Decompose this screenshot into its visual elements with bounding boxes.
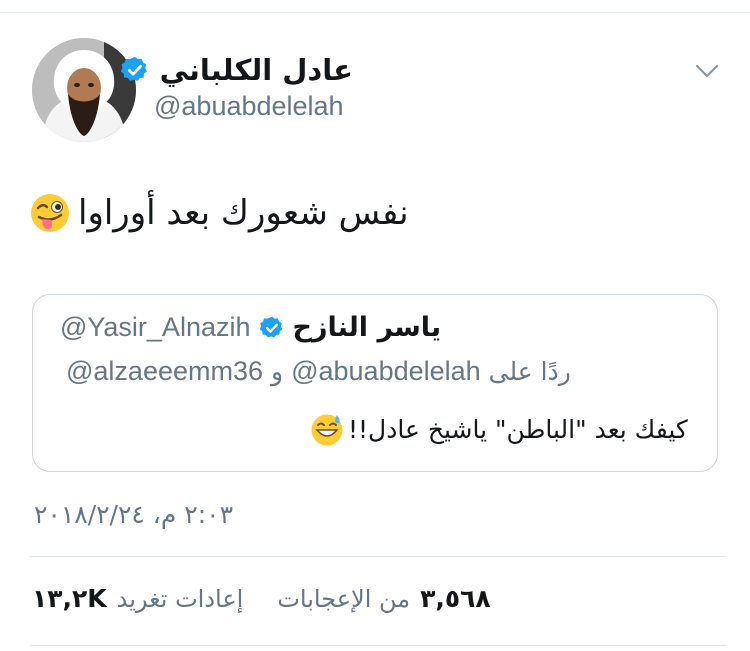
chevron-down-icon[interactable] [694, 58, 720, 84]
tweet-stats: ١٣,٢K إعادات تغريد من الإعجابات ٣,٥٦٨ [32, 584, 491, 613]
quoted-author-display-name: ياسر النازح [292, 312, 442, 343]
quoted-author-handle: @Yasir_Alnazih [60, 312, 251, 342]
author-display-name: عادل الكلباني [159, 53, 353, 87]
top-divider [0, 12, 750, 13]
grinning-face-with-sweat-icon [311, 414, 343, 446]
author-handle[interactable]: @abuabdelelah [154, 88, 344, 124]
tweet-text: نفس شعورك بعد أوراوا [78, 193, 409, 233]
replying-handle-link[interactable]: @alzaeeemm36 [66, 356, 263, 387]
verified-badge-icon [120, 56, 147, 81]
quoted-tweet-text-row: كيفك بعد "الباطن" ياشيخ عادل!! [310, 412, 688, 446]
replying-handle-link[interactable]: @abuabdelelah [291, 356, 481, 387]
divider [30, 556, 726, 557]
divider [30, 645, 726, 646]
likes-count[interactable]: ٣,٥٦٨ [420, 584, 491, 613]
quoted-author-row[interactable]: @Yasir_Alnazih ياسر النازح [60, 312, 441, 343]
tweet-text-row: نفس شعورك بعد أوراوا [30, 188, 720, 238]
winking-face-with-tongue-icon [31, 194, 69, 232]
likes-label[interactable]: من الإعجابات [277, 585, 410, 613]
replying-to-row: @alzaeeemm36 و @abuabdelelah ردًا على [66, 356, 571, 387]
tweet-timestamp[interactable]: ٢:٠٣ م، ٢٠١٨/٢/٢٤ [34, 500, 233, 529]
replying-joiner: و [271, 357, 284, 386]
quoted-tweet-text: كيفك بعد "الباطن" ياشيخ عادل!! [348, 414, 688, 444]
verified-badge-icon [259, 316, 282, 337]
replying-to-label: ردًا على [488, 357, 571, 386]
retweets-count[interactable]: ١٣,٢K [32, 584, 107, 613]
retweets-label[interactable]: إعادات تغريد [117, 585, 244, 613]
author-name-row[interactable]: عادل الكلباني [120, 52, 353, 88]
